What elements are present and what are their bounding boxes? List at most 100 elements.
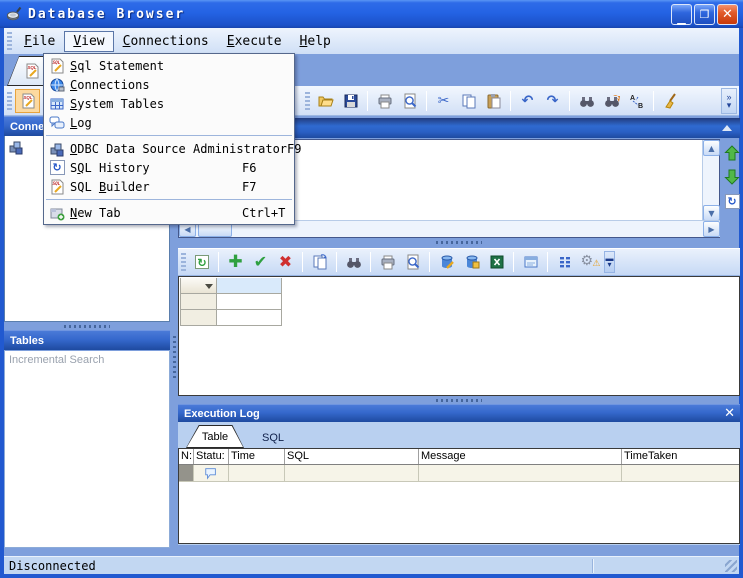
export-database-button[interactable] xyxy=(434,250,459,274)
cut-button[interactable]: ✂ xyxy=(431,89,456,113)
tab-table[interactable]: Table xyxy=(186,425,244,448)
grid-find-button[interactable] xyxy=(341,250,366,274)
scroll-up-icon[interactable]: ▲ xyxy=(703,140,720,156)
replace-button[interactable]: AB xyxy=(624,89,649,113)
toolbar-overflow-button[interactable]: »▾ xyxy=(721,88,737,114)
sql-statement-button[interactable]: SQL xyxy=(15,89,40,113)
sql-history-icon: ↻ xyxy=(50,160,65,175)
window-title: Database Browser xyxy=(28,7,185,22)
refresh-button[interactable]: ↻ xyxy=(724,193,740,209)
column-header-sql[interactable]: SQL xyxy=(285,449,419,464)
minimize-button[interactable]: ▁ xyxy=(671,4,692,25)
column-header-timetaken[interactable]: TimeTaken xyxy=(622,449,739,464)
app-icon xyxy=(6,6,22,22)
menu-connections[interactable]: Connections xyxy=(114,31,218,52)
column-header-n[interactable]: N: xyxy=(179,449,194,464)
menu-item-sql-history[interactable]: ↻ SQL History F6 xyxy=(44,158,294,177)
copy-icon xyxy=(461,93,477,109)
menu-item-system-tables[interactable]: System Tables xyxy=(44,94,294,113)
scroll-down-icon[interactable]: ▼ xyxy=(703,205,720,221)
table-row[interactable] xyxy=(179,465,739,482)
grid-refresh-button[interactable]: ↻ xyxy=(189,250,214,274)
left-horizontal-splitter[interactable] xyxy=(4,322,170,330)
tables-list[interactable] xyxy=(4,369,170,548)
form-view-button[interactable] xyxy=(518,250,543,274)
copy-records-button[interactable] xyxy=(307,250,332,274)
column-header-status[interactable]: Statu: xyxy=(194,449,229,464)
editor-vertical-scrollbar[interactable]: ▲ ▼ xyxy=(702,140,719,221)
sql-statement-icon: SQL xyxy=(49,58,65,74)
undo-button[interactable]: ↶ xyxy=(515,89,540,113)
menu-file[interactable]: File xyxy=(15,31,64,52)
paste-button[interactable] xyxy=(481,89,506,113)
check-icon: ✔ xyxy=(254,254,267,270)
grid-cell[interactable] xyxy=(217,310,282,326)
grid-log-splitter[interactable] xyxy=(178,396,740,404)
print-button[interactable] xyxy=(372,89,397,113)
tab-sql[interactable]: SQL xyxy=(244,432,302,448)
menu-view[interactable]: View xyxy=(64,31,113,52)
menu-item-new-tab[interactable]: New Tab Ctrl+T xyxy=(44,203,294,222)
grid-toolbar-drag-handle[interactable] xyxy=(181,253,186,271)
post-edit-button[interactable]: ✔ xyxy=(248,250,273,274)
execution-log-close-icon[interactable]: ✕ xyxy=(724,406,735,421)
find-next-button[interactable] xyxy=(599,89,624,113)
toolbar-separator xyxy=(569,91,570,111)
toolbar-drag-handle-2[interactable] xyxy=(305,92,310,110)
save-button[interactable] xyxy=(338,89,363,113)
result-grid-area[interactable] xyxy=(178,276,740,396)
grid-row-header[interactable] xyxy=(180,294,217,310)
menu-item-sql-builder[interactable]: SQL SQL Builder F7 xyxy=(44,177,294,196)
toolbar-separator xyxy=(513,252,514,272)
incremental-search-input[interactable] xyxy=(5,351,169,369)
cancel-x-icon: ✖ xyxy=(279,254,292,270)
menu-execute[interactable]: Execute xyxy=(218,31,291,52)
grid-dropdown-icon[interactable] xyxy=(205,284,213,289)
status-text: Disconnected xyxy=(4,559,96,573)
toolbar-separator xyxy=(367,91,368,111)
menubar-drag-handle[interactable] xyxy=(7,32,12,50)
import-database-button[interactable] xyxy=(459,250,484,274)
export-excel-button[interactable] xyxy=(484,250,509,274)
toolbar-separator xyxy=(370,252,371,272)
find-button[interactable] xyxy=(574,89,599,113)
menu-item-sql-statement[interactable]: SQL Sql Statement xyxy=(44,56,294,75)
grid-print-button[interactable] xyxy=(375,250,400,274)
connection-tree-item[interactable] xyxy=(8,139,24,155)
execution-log-panel: Execution Log ✕ Table SQL N: Statu: Time… xyxy=(178,404,740,545)
svg-text:A: A xyxy=(630,95,635,102)
grid-corner-cell[interactable] xyxy=(180,278,217,294)
grid-column-header[interactable] xyxy=(217,278,282,294)
menu-item-odbc-administrator[interactable]: ODBC Data Source Administrator F9 xyxy=(44,139,294,158)
maximize-button[interactable]: ❐ xyxy=(694,4,715,25)
grid-print-preview-button[interactable] xyxy=(400,250,425,274)
redo-button[interactable]: ↷ xyxy=(540,89,565,113)
grid-options-button[interactable]: ⚙⚠ xyxy=(577,250,602,274)
column-header-message[interactable]: Message xyxy=(419,449,622,464)
columns-button[interactable] xyxy=(552,250,577,274)
open-button[interactable] xyxy=(313,89,338,113)
collapse-up-icon[interactable] xyxy=(722,125,732,131)
copy-button[interactable] xyxy=(456,89,481,113)
menu-item-connections[interactable]: Connections xyxy=(44,75,294,94)
resize-grip[interactable] xyxy=(725,560,737,572)
svg-text:SQL: SQL xyxy=(23,95,32,100)
editor-grid-splitter[interactable] xyxy=(178,238,740,248)
grid-row-header[interactable] xyxy=(180,310,217,326)
close-button[interactable]: ✕ xyxy=(717,4,738,25)
menu-help[interactable]: Help xyxy=(291,31,340,52)
move-up-button[interactable] xyxy=(724,145,740,161)
grid-toolbar-overflow-button[interactable]: ▬▾ xyxy=(604,251,615,273)
move-down-button[interactable] xyxy=(724,169,740,185)
find-binoculars-icon xyxy=(579,93,595,109)
clean-button[interactable] xyxy=(658,89,683,113)
print-preview-button[interactable] xyxy=(397,89,422,113)
column-header-time[interactable]: Time xyxy=(229,449,285,464)
grid-cell[interactable] xyxy=(217,294,282,310)
scroll-right-icon[interactable]: ▶ xyxy=(703,221,720,237)
copy-records-icon xyxy=(312,254,328,270)
cancel-edit-button[interactable]: ✖ xyxy=(273,250,298,274)
add-record-button[interactable]: ✚ xyxy=(223,250,248,274)
toolbar-drag-handle[interactable] xyxy=(7,92,12,110)
menu-item-log[interactable]: Log xyxy=(44,113,294,132)
